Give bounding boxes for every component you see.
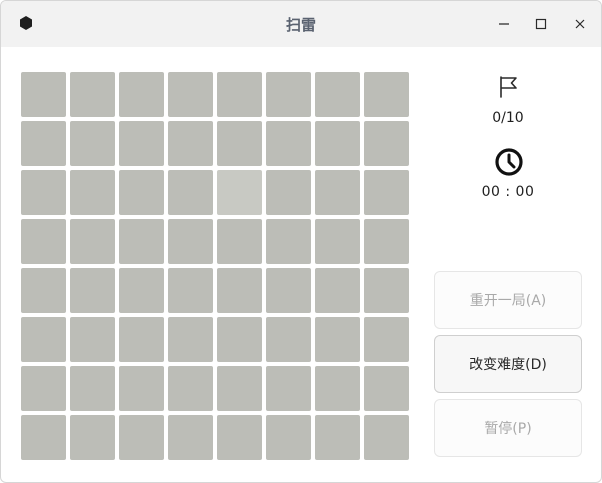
mine-cell[interactable]: [266, 121, 311, 166]
mine-cell[interactable]: [364, 219, 409, 264]
mine-cell[interactable]: [217, 366, 262, 411]
mine-cell[interactable]: [168, 72, 213, 117]
mine-cell[interactable]: [364, 268, 409, 313]
mine-cell[interactable]: [119, 268, 164, 313]
mine-cell[interactable]: [217, 317, 262, 362]
mine-cell[interactable]: [266, 72, 311, 117]
title-bar: 扫雷: [1, 1, 601, 47]
mine-cell[interactable]: [217, 121, 262, 166]
mine-cell[interactable]: [21, 317, 66, 362]
mine-cell[interactable]: [315, 121, 360, 166]
close-button[interactable]: [567, 11, 593, 37]
mine-cell[interactable]: [168, 219, 213, 264]
maximize-icon: [535, 18, 547, 30]
mine-cell[interactable]: [364, 170, 409, 215]
close-icon: [575, 19, 585, 29]
mine-cell[interactable]: [119, 415, 164, 460]
minimize-button[interactable]: [491, 11, 517, 37]
mine-cell[interactable]: [217, 219, 262, 264]
mine-cell[interactable]: [119, 170, 164, 215]
flag-icon: [500, 76, 517, 98]
mine-cell[interactable]: [217, 415, 262, 460]
mine-cell[interactable]: [70, 72, 115, 117]
mine-cell[interactable]: [364, 121, 409, 166]
mine-cell[interactable]: [21, 121, 66, 166]
mine-cell[interactable]: [168, 415, 213, 460]
mine-cell[interactable]: [70, 121, 115, 166]
mine-cell[interactable]: [21, 366, 66, 411]
mine-cell[interactable]: [217, 170, 262, 215]
mine-cell[interactable]: [70, 317, 115, 362]
mine-cell[interactable]: [315, 219, 360, 264]
minesweeper-window: 扫雷 0/10 00 : 00 重开一局(A) 改变难度(D) 暂停(P): [0, 0, 602, 483]
mine-cell[interactable]: [266, 366, 311, 411]
mine-cell[interactable]: [21, 415, 66, 460]
mine-cell[interactable]: [21, 72, 66, 117]
mine-cell[interactable]: [168, 317, 213, 362]
mine-cell[interactable]: [70, 366, 115, 411]
mine-cell[interactable]: [266, 268, 311, 313]
pause-button[interactable]: 暂停(P): [434, 399, 582, 457]
mine-cell[interactable]: [168, 268, 213, 313]
mine-cell[interactable]: [119, 219, 164, 264]
mine-cell[interactable]: [266, 219, 311, 264]
mine-cell[interactable]: [315, 415, 360, 460]
mine-cell[interactable]: [21, 170, 66, 215]
mine-cell[interactable]: [119, 317, 164, 362]
mine-cell[interactable]: [119, 72, 164, 117]
minefield-grid: [21, 72, 410, 460]
mine-cell[interactable]: [70, 170, 115, 215]
mine-cell[interactable]: [21, 219, 66, 264]
mine-cell[interactable]: [315, 366, 360, 411]
mine-cell[interactable]: [119, 121, 164, 166]
restart-button[interactable]: 重开一局(A): [434, 271, 582, 329]
mine-cell[interactable]: [364, 317, 409, 362]
clock-icon: [495, 148, 523, 176]
mine-cell[interactable]: [266, 317, 311, 362]
mine-cell[interactable]: [266, 170, 311, 215]
change-difficulty-button[interactable]: 改变难度(D): [434, 335, 582, 393]
mine-cell[interactable]: [168, 366, 213, 411]
mine-counter: 0/10: [492, 110, 524, 126]
mine-cell[interactable]: [315, 170, 360, 215]
minimize-icon: [499, 23, 509, 25]
mine-cell[interactable]: [315, 317, 360, 362]
mine-cell[interactable]: [266, 415, 311, 460]
mine-cell[interactable]: [168, 121, 213, 166]
mine-cell[interactable]: [315, 72, 360, 117]
mine-cell[interactable]: [70, 219, 115, 264]
game-timer: 00 : 00: [481, 184, 535, 200]
mine-cell[interactable]: [364, 366, 409, 411]
mine-cell[interactable]: [217, 268, 262, 313]
mine-cell[interactable]: [168, 170, 213, 215]
mine-cell[interactable]: [70, 268, 115, 313]
mine-cell[interactable]: [315, 268, 360, 313]
maximize-button[interactable]: [528, 11, 554, 37]
mine-cell[interactable]: [70, 415, 115, 460]
mine-cell[interactable]: [364, 415, 409, 460]
mine-cell[interactable]: [217, 72, 262, 117]
mine-cell[interactable]: [364, 72, 409, 117]
mine-cell[interactable]: [119, 366, 164, 411]
mine-cell[interactable]: [21, 268, 66, 313]
